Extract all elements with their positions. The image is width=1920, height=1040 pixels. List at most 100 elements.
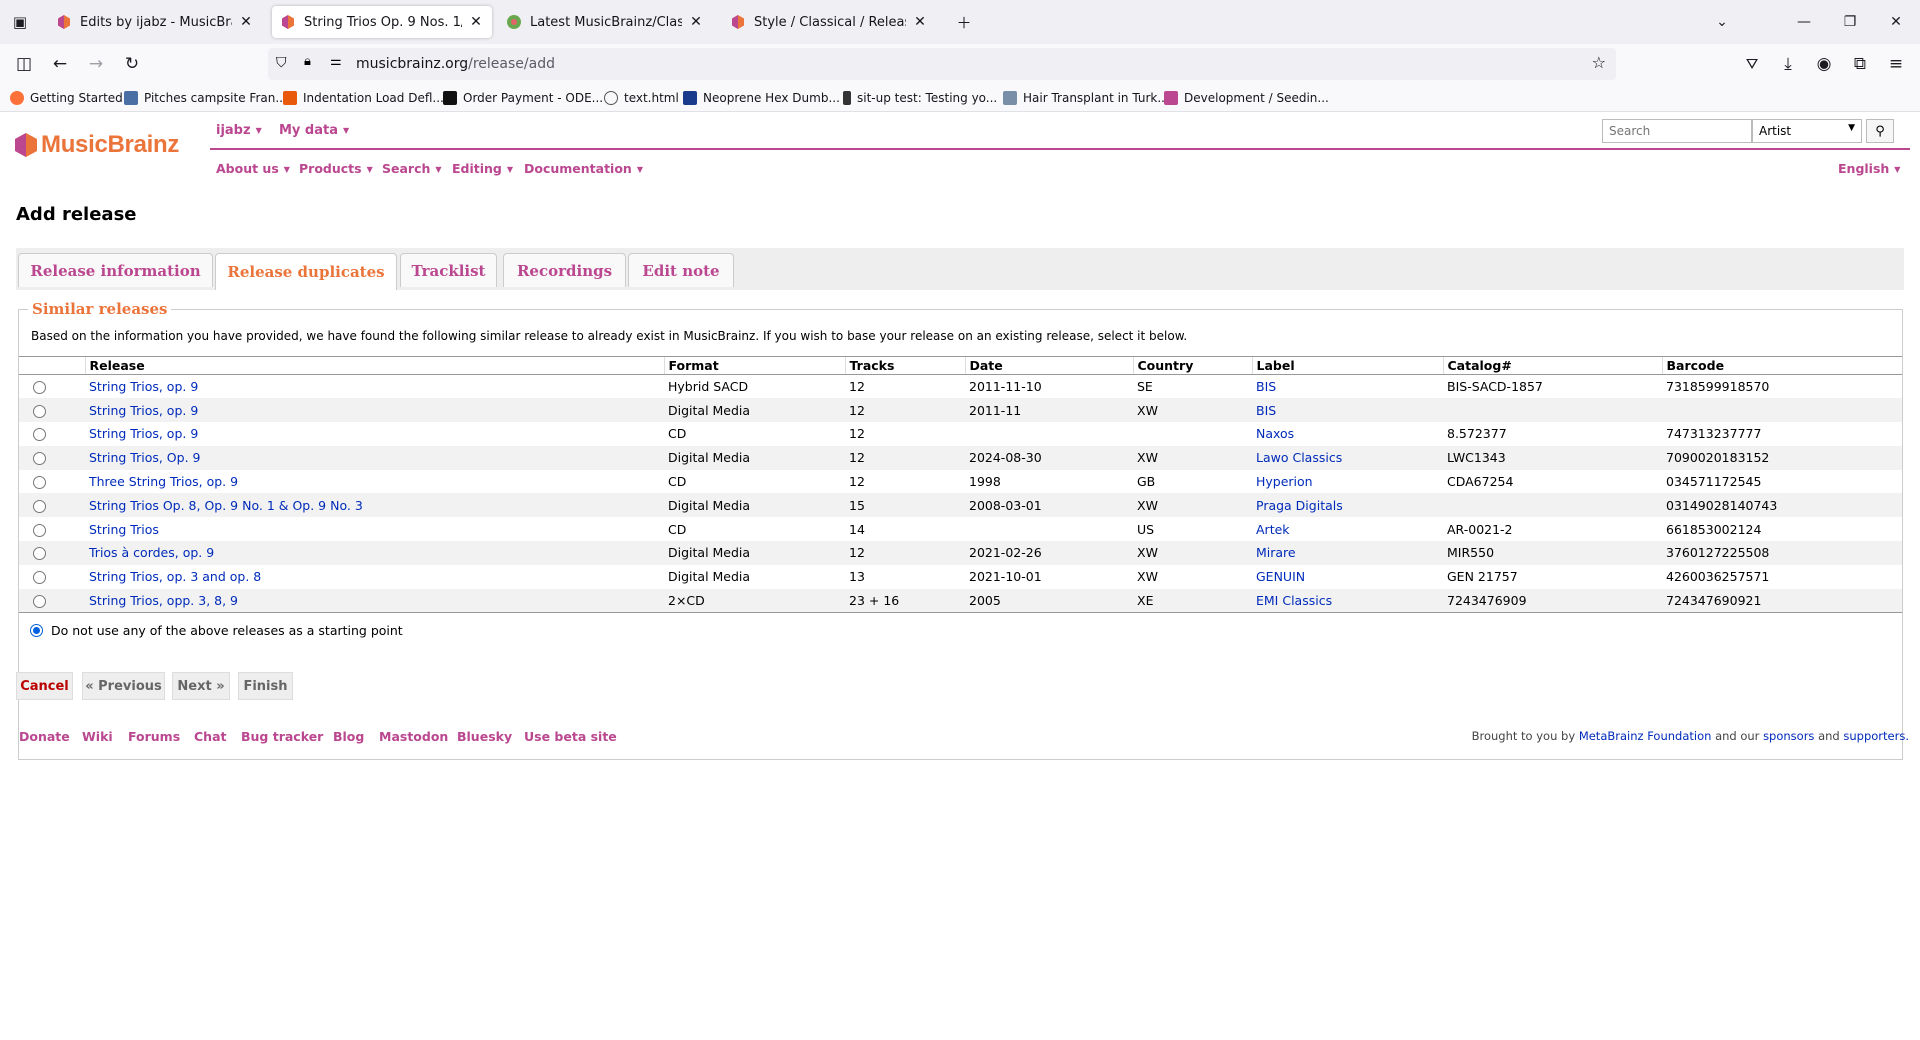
tab-list-icon[interactable]: ▣ <box>8 9 32 35</box>
back-arrow-icon[interactable]: ← <box>46 50 74 78</box>
bookmark-item[interactable]: Indentation Load Defl... <box>283 89 444 107</box>
release-title-link[interactable]: String Trios Op. 8, Op. 9 No. 1 & Op. 9 … <box>89 498 363 513</box>
menu-about-us[interactable]: About us ▼ <box>216 161 290 176</box>
user-menu[interactable]: ijabz ▼ <box>216 123 262 138</box>
table-row[interactable]: Three String Trios, op. 9 CD 12 1998 GB Hyper… <box>19 469 1902 494</box>
menu-documentation[interactable]: Documentation ▼ <box>524 161 643 176</box>
label-link[interactable]: GENUIN <box>1256 569 1305 584</box>
bookmark-item[interactable]: Pitches campsite Fran... <box>124 89 287 107</box>
table-row[interactable]: String Trios CD 14 US Artek AR-0021-2 66185300… <box>19 517 1902 542</box>
sidebar-toggle-icon[interactable]: ◫ <box>10 50 38 78</box>
table-row[interactable]: String Trios, op. 9 Hybrid SACD 12 2011-11-… <box>19 374 1902 399</box>
close-window-icon[interactable]: ✕ <box>1874 8 1918 36</box>
release-radio[interactable] <box>33 428 46 442</box>
release-radio[interactable] <box>33 547 46 561</box>
close-tab-icon[interactable]: ✕ <box>688 14 704 30</box>
finish-button[interactable]: Finish <box>238 672 293 700</box>
shield-icon[interactable]: ⛉ <box>276 55 287 71</box>
forward-arrow-icon[interactable]: → <box>82 50 110 78</box>
account-icon[interactable]: ◉ <box>1810 50 1838 78</box>
browser-tab-add-release[interactable]: String Trios Op. 9 Nos. 1/3 - Add ✕ <box>272 6 492 38</box>
tab-release-duplicates[interactable]: Release duplicates <box>215 253 397 290</box>
minimize-icon[interactable]: — <box>1782 8 1826 36</box>
site-permissions-icon[interactable]: ⚌ <box>330 54 342 69</box>
release-radio[interactable] <box>33 452 46 466</box>
table-row[interactable]: String Trios Op. 8, Op. 9 No. 1 & Op. 9 … <box>19 493 1902 518</box>
menu-hamburger-icon[interactable]: ≡ <box>1882 50 1910 78</box>
label-link[interactable]: Naxos <box>1256 426 1294 441</box>
pocket-icon[interactable]: ⛛ <box>1738 50 1766 78</box>
table-row[interactable]: String Trios, op. 9 CD 12 Naxos 8.572377 7473… <box>19 422 1902 446</box>
release-title-link[interactable]: String Trios, op. 9 <box>89 426 198 441</box>
lock-icon[interactable]: 🔒︎ <box>304 54 311 69</box>
tab-edit-note[interactable]: Edit note <box>628 253 734 287</box>
label-link[interactable]: Mirare <box>1256 545 1296 560</box>
browser-tab-latest[interactable]: Latest MusicBrainz/Classical top ✕ <box>498 6 712 38</box>
bookmark-item[interactable]: Hair Transplant in Turk... <box>1003 89 1169 107</box>
menu-editing[interactable]: Editing ▼ <box>452 161 513 176</box>
release-title-link[interactable]: String Trios, Op. 9 <box>89 450 200 465</box>
table-row[interactable]: String Trios, Op. 9 Digital Media 12 2024-0… <box>19 445 1902 470</box>
extensions-icon[interactable]: ⧉ <box>1846 50 1874 78</box>
release-title-link[interactable]: String Trios, op. 3 and op. 8 <box>89 569 261 584</box>
label-link[interactable]: Artek <box>1256 522 1290 537</box>
footer-link-mastodon[interactable]: Mastodon <box>379 729 448 744</box>
footer-link-beta[interactable]: Use beta site <box>524 729 617 744</box>
supporters-link[interactable]: supporters. <box>1843 729 1909 743</box>
bookmark-star-icon[interactable]: ☆ <box>1592 53 1606 72</box>
label-link[interactable]: EMI Classics <box>1256 593 1332 608</box>
release-title-link[interactable]: String Trios, opp. 3, 8, 9 <box>89 593 238 608</box>
release-radio[interactable] <box>33 594 46 608</box>
label-link[interactable]: Praga Digitals <box>1256 498 1343 513</box>
table-row[interactable]: String Trios, op. 3 and op. 8 Digital Med… <box>19 564 1902 589</box>
browser-tab-style[interactable]: Style / Classical / Release Title - ✕ <box>722 6 936 38</box>
bookmark-item[interactable]: Getting Started <box>10 89 123 107</box>
footer-link-wiki[interactable]: Wiki <box>82 729 113 744</box>
language-menu[interactable]: English ▼ <box>1838 161 1900 176</box>
release-title-link[interactable]: String Trios <box>89 522 159 537</box>
release-title-link[interactable]: String Trios, op. 9 <box>89 403 198 418</box>
label-link[interactable]: BIS <box>1256 403 1276 418</box>
menu-products[interactable]: Products ▼ <box>299 161 373 176</box>
metabrainz-link[interactable]: MetaBrainz Foundation <box>1579 729 1712 743</box>
downloads-icon[interactable]: ⤓ <box>1774 50 1802 78</box>
table-row[interactable]: String Trios, opp. 3, 8, 9 2×CD 23 + 16 200… <box>19 588 1902 613</box>
sponsors-link[interactable]: sponsors <box>1763 729 1814 743</box>
tab-recordings[interactable]: Recordings <box>503 253 626 287</box>
release-radio[interactable] <box>33 523 46 537</box>
next-button[interactable]: Next » <box>172 672 230 700</box>
close-tab-icon[interactable]: ✕ <box>468 14 484 30</box>
bookmark-item[interactable]: Order Payment - ODE... <box>443 89 603 107</box>
search-button[interactable]: ⚲ <box>1866 119 1894 143</box>
search-input[interactable] <box>1602 119 1752 143</box>
url-text[interactable]: musicbrainz.org/release/add <box>356 56 555 72</box>
footer-link-forums[interactable]: Forums <box>128 729 180 744</box>
tab-tracklist[interactable]: Tracklist <box>400 253 497 287</box>
release-radio[interactable] <box>33 571 46 585</box>
label-link[interactable]: Hyperion <box>1256 474 1313 489</box>
release-title-link[interactable]: String Trios, op. 9 <box>89 379 198 394</box>
close-tab-icon[interactable]: ✕ <box>912 14 928 30</box>
footer-link-chat[interactable]: Chat <box>194 729 226 744</box>
table-row[interactable]: String Trios, op. 9 Digital Media 12 2011-1… <box>19 398 1902 423</box>
cancel-button[interactable]: Cancel <box>16 672 73 700</box>
label-link[interactable]: Lawo Classics <box>1256 450 1342 465</box>
label-link[interactable]: BIS <box>1256 379 1276 394</box>
musicbrainz-logo[interactable]: MusicBrainz <box>14 131 179 159</box>
no-starting-point-option[interactable]: Do not use any of the above releases as … <box>30 623 403 638</box>
my-data-menu[interactable]: My data ▼ <box>279 123 349 138</box>
release-title-link[interactable]: Trios à cordes, op. 9 <box>89 545 214 560</box>
bookmark-item[interactable]: Neoprene Hex Dumb... <box>683 89 840 107</box>
footer-link-bug-tracker[interactable]: Bug tracker <box>241 729 323 744</box>
footer-link-donate[interactable]: Donate <box>19 729 70 744</box>
previous-button[interactable]: « Previous <box>82 672 165 700</box>
bookmark-item[interactable]: text.html <box>604 89 679 107</box>
new-tab-icon[interactable]: ＋ <box>952 9 976 35</box>
restore-icon[interactable]: ❐ <box>1828 8 1872 36</box>
release-radio[interactable] <box>33 404 46 418</box>
search-type-select[interactable]: Artist ▼ <box>1752 119 1862 143</box>
release-radio[interactable] <box>33 499 46 513</box>
url-bar[interactable]: ⛉ 🔒︎ ⚌ musicbrainz.org/release/add ☆ <box>268 48 1616 80</box>
reload-icon[interactable]: ↻ <box>118 50 146 78</box>
menu-search[interactable]: Search ▼ <box>382 161 442 176</box>
